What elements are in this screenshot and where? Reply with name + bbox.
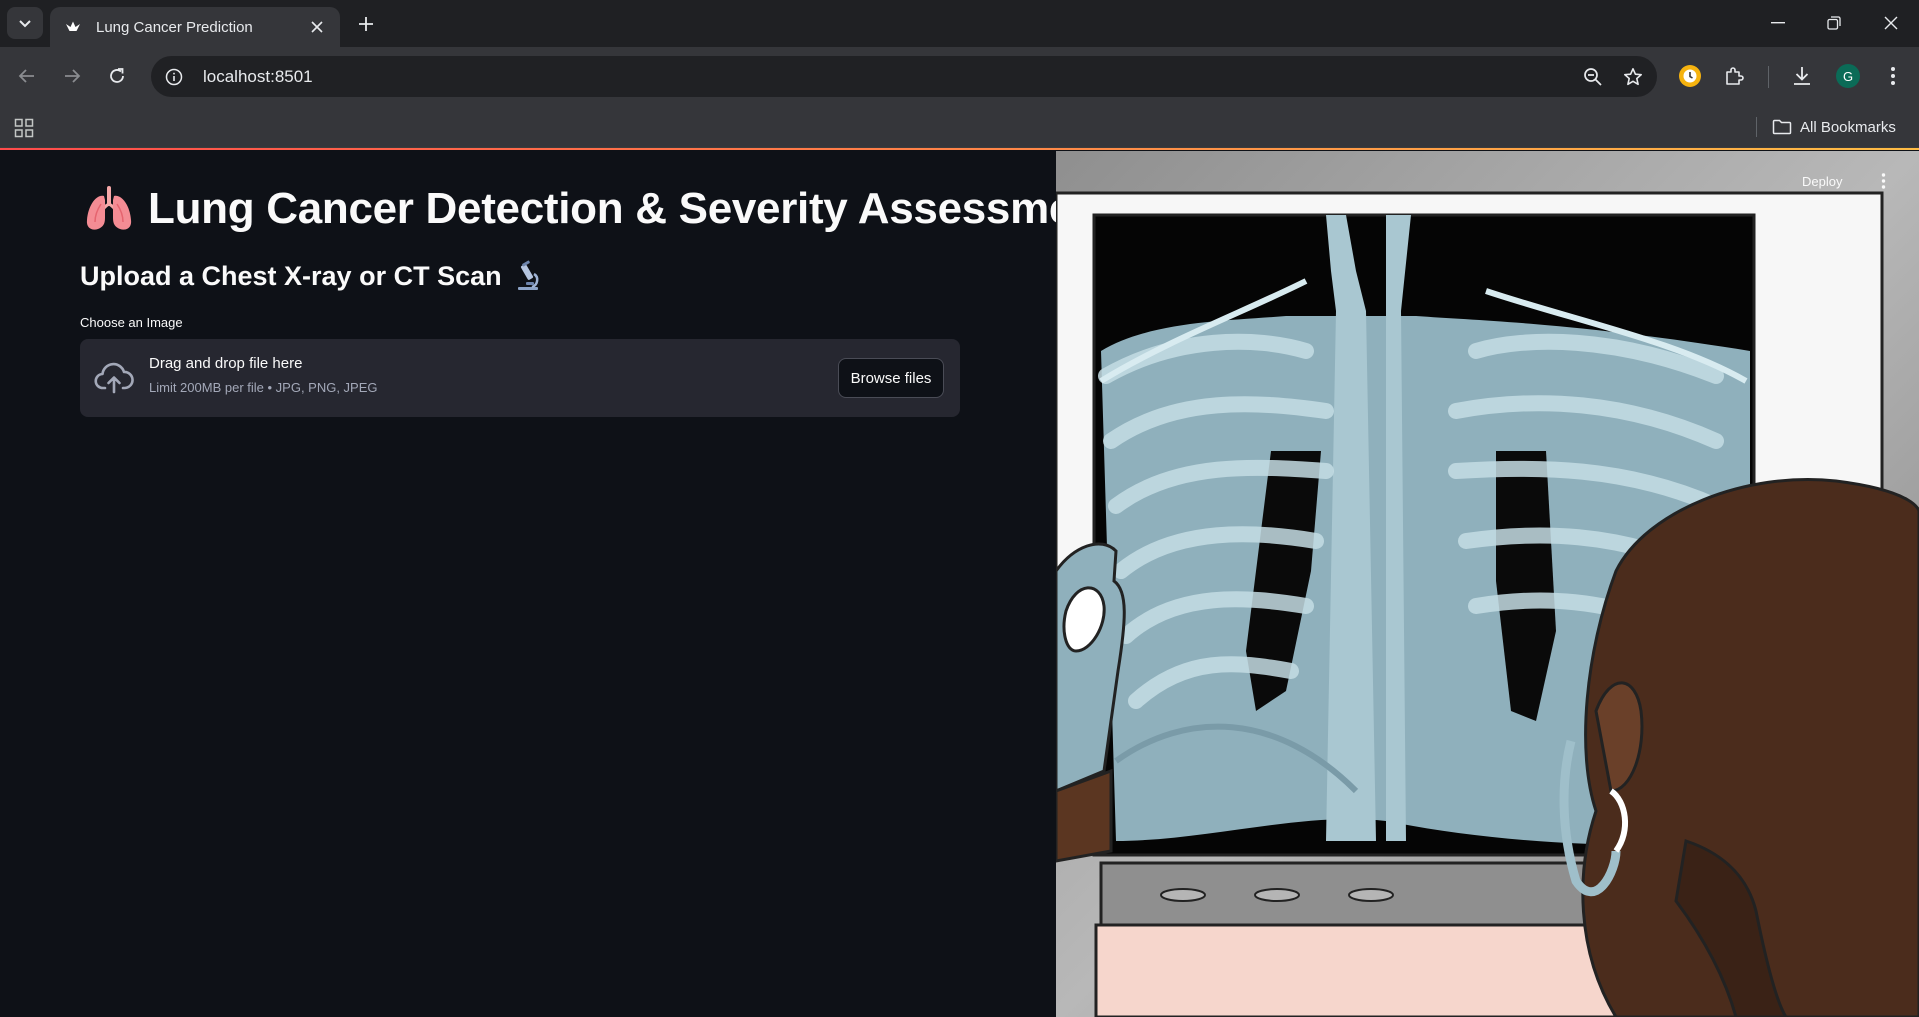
uploader-label: Choose an Image — [80, 315, 183, 330]
address-bar[interactable]: localhost:8501 — [151, 56, 1657, 97]
profile-button[interactable]: G — [1832, 60, 1864, 92]
kebab-menu-icon — [1891, 67, 1895, 85]
folder-icon — [1772, 119, 1792, 135]
restore-button[interactable] — [1806, 0, 1862, 46]
close-window-button[interactable] — [1863, 0, 1919, 46]
dropzone-instructions: Drag and drop file here Limit 200MB per … — [149, 355, 378, 395]
downloads-button[interactable] — [1786, 60, 1818, 92]
dropzone-title: Drag and drop file here — [149, 355, 303, 372]
browse-files-button[interactable]: Browse files — [838, 358, 944, 398]
avatar-initial: G — [1842, 68, 1854, 84]
dropzone-limit: Limit 200MB per file • JPG, PNG, JPEG — [149, 380, 378, 395]
plus-icon — [359, 17, 373, 31]
url-text[interactable]: localhost:8501 — [203, 67, 1577, 87]
browser-tabstrip: Lung Cancer Prediction — [0, 0, 1919, 47]
tab-search-button[interactable] — [7, 7, 43, 39]
avatar: G — [1836, 64, 1860, 88]
deploy-button[interactable]: Deploy — [1802, 174, 1842, 189]
streamlit-crown-icon — [64, 18, 82, 36]
restore-icon — [1827, 16, 1841, 30]
puzzle-icon — [1726, 67, 1744, 85]
upload-subheader-row: Upload a Chest X-ray or CT Scan — [80, 260, 544, 292]
all-bookmarks-label: All Bookmarks — [1800, 118, 1896, 136]
header-accent-bar — [0, 148, 1919, 150]
extension-badge-icon — [1679, 65, 1701, 87]
bookmarks-divider — [1756, 117, 1757, 137]
close-tab-button[interactable] — [306, 16, 328, 38]
upload-subheader: Upload a Chest X-ray or CT Scan — [80, 260, 502, 291]
extension-button[interactable] — [1674, 60, 1706, 92]
browser-tab[interactable]: Lung Cancer Prediction — [50, 7, 340, 47]
reload-icon — [110, 68, 124, 83]
forward-button[interactable] — [56, 60, 88, 92]
page-title: Lung Cancer Detection & Severity Assessm… — [148, 184, 1115, 233]
minimize-icon — [1771, 22, 1785, 24]
browser-toolbar: localhost:8501 G — [0, 47, 1919, 106]
chevron-down-icon — [19, 20, 31, 28]
arrow-left-icon — [18, 69, 34, 83]
bookmark-star-button[interactable] — [1617, 61, 1649, 93]
all-bookmarks-button[interactable]: All Bookmarks — [1772, 113, 1896, 141]
site-info-button[interactable] — [159, 62, 189, 92]
download-icon — [1794, 67, 1810, 85]
xray-illustration — [1056, 151, 1919, 1017]
close-icon — [311, 21, 323, 33]
page-title-row: Lung Cancer Detection & Severity Assessm… — [84, 184, 1114, 234]
site-info-icon — [165, 68, 183, 85]
app-menu-button[interactable] — [1872, 168, 1894, 194]
arrow-right-icon — [65, 69, 81, 83]
file-dropzone[interactable]: Drag and drop file here Limit 200MB per … — [80, 339, 960, 417]
browser-menu-button[interactable] — [1877, 60, 1909, 92]
minimize-button[interactable] — [1750, 0, 1806, 46]
toolbar-divider — [1768, 66, 1769, 88]
extensions-menu-button[interactable] — [1719, 60, 1751, 92]
lungs-icon — [86, 186, 132, 230]
zoom-button[interactable] — [1577, 61, 1609, 93]
tab-title: Lung Cancer Prediction — [96, 18, 253, 36]
star-icon — [1624, 67, 1642, 85]
reload-button[interactable] — [101, 60, 133, 92]
microscope-icon — [517, 260, 539, 290]
kebab-menu-icon — [1881, 173, 1885, 189]
back-button[interactable] — [11, 60, 43, 92]
new-tab-button[interactable] — [352, 10, 380, 38]
apps-grid-icon — [14, 118, 34, 138]
bookmarks-bar: All Bookmarks — [0, 106, 1919, 148]
close-icon — [1884, 16, 1898, 30]
zoom-out-icon — [1584, 67, 1602, 86]
cloud-upload-icon — [94, 362, 134, 394]
app-page: Lung Cancer Detection & Severity Assessm… — [0, 148, 1919, 1017]
apps-button[interactable] — [10, 114, 38, 142]
